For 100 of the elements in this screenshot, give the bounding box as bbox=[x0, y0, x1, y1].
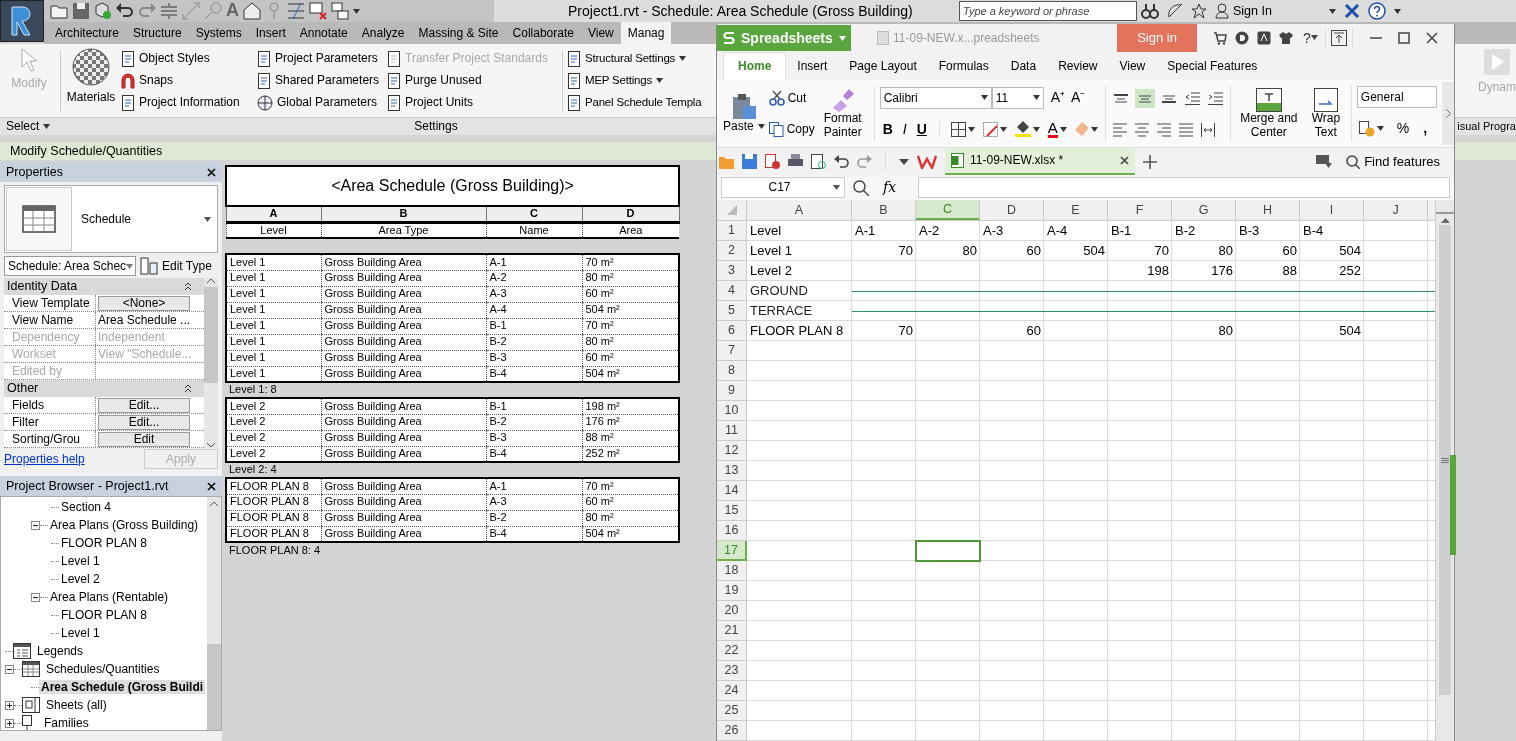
row-header[interactable]: 21 bbox=[717, 621, 747, 641]
tree-item[interactable]: Level 1 bbox=[59, 625, 102, 641]
tree-item[interactable]: Area Schedule (Gross Buildi bbox=[39, 679, 206, 695]
share-icon[interactable] bbox=[1330, 30, 1347, 46]
zoom-icon[interactable] bbox=[853, 179, 869, 196]
selected-cell[interactable] bbox=[915, 540, 981, 562]
expand-icon[interactable] bbox=[5, 718, 14, 728]
layout-icon[interactable] bbox=[1316, 155, 1333, 168]
ribbon-tab[interactable]: Manag bbox=[620, 22, 672, 44]
tree-item[interactable]: Area Plans (Gross Building) bbox=[48, 517, 201, 533]
merge-center-button[interactable]: Merge and Center bbox=[1235, 85, 1302, 142]
align-button[interactable] bbox=[1198, 120, 1217, 139]
close-button[interactable] bbox=[207, 167, 216, 177]
row-header[interactable]: 16 bbox=[717, 521, 747, 541]
row-header[interactable]: 26 bbox=[717, 721, 747, 741]
tree-item[interactable]: Legends bbox=[35, 643, 86, 659]
settings-tool-button[interactable]: Structural Settings bbox=[565, 47, 715, 70]
badge-icon[interactable] bbox=[1257, 31, 1271, 45]
folder-icon[interactable] bbox=[50, 2, 68, 20]
settings-tool-button[interactable]: MEP Settings bbox=[565, 69, 715, 92]
ribbon-tab[interactable]: Insert bbox=[248, 22, 293, 44]
close-window-icon[interactable] bbox=[309, 2, 327, 20]
tree-item[interactable]: Section 4 bbox=[59, 499, 114, 515]
row-header[interactable]: 5 bbox=[717, 301, 747, 321]
dropdown-icon[interactable] bbox=[899, 158, 909, 165]
edit-button[interactable]: Edit... bbox=[98, 397, 190, 413]
tree-item[interactable]: FLOOR PLAN 8 bbox=[59, 607, 150, 623]
scrollbar-thumb[interactable] bbox=[204, 287, 218, 383]
redo-icon[interactable] bbox=[857, 154, 872, 169]
ribbon-tab[interactable]: Collaborate bbox=[505, 22, 581, 44]
indent-button[interactable] bbox=[1182, 89, 1202, 107]
tree-item[interactable]: Level 1 bbox=[59, 553, 102, 569]
bold-button[interactable]: B bbox=[879, 117, 896, 142]
settings-tool-button[interactable]: Project Information bbox=[119, 91, 255, 114]
tree-item[interactable]: Area Plans (Rentable) bbox=[48, 589, 171, 605]
collapse-icon[interactable] bbox=[31, 520, 40, 530]
ribbon-tab[interactable]: Architecture bbox=[48, 22, 127, 44]
scroll-up-icon[interactable] bbox=[1440, 218, 1450, 223]
row-header[interactable]: 18 bbox=[717, 561, 747, 581]
edit-button[interactable]: Edit bbox=[98, 431, 190, 447]
ribbon-tab[interactable]: Massing & Site bbox=[411, 22, 506, 44]
column-header[interactable]: C bbox=[916, 200, 980, 220]
row-header[interactable]: 19 bbox=[717, 581, 747, 601]
binoculars-icon[interactable] bbox=[1141, 3, 1159, 19]
underline-button[interactable]: U bbox=[913, 117, 930, 142]
row-header[interactable]: 10 bbox=[717, 401, 747, 421]
copy-button[interactable]: Copy bbox=[766, 117, 817, 142]
row-header[interactable]: 8 bbox=[717, 361, 747, 381]
instance-dropdown[interactable]: Schedule: Area Schec bbox=[4, 256, 136, 276]
help-icon[interactable] bbox=[1368, 2, 1386, 20]
comma-button[interactable]: , bbox=[1420, 116, 1431, 141]
settings-tool-button[interactable]: Shared Parameters bbox=[255, 69, 385, 92]
settings-tool-button[interactable]: Panel Schedule Templa bbox=[565, 91, 715, 114]
maximize-icon[interactable] bbox=[1398, 32, 1410, 44]
row-header[interactable]: 25 bbox=[717, 701, 747, 721]
settings-tool-button[interactable]: Global Parameters bbox=[255, 91, 385, 114]
edit-button[interactable]: <None> bbox=[98, 295, 190, 311]
find-features-button[interactable]: Find features bbox=[1340, 152, 1446, 171]
row-header[interactable]: 23 bbox=[717, 661, 747, 681]
function-button[interactable]: fx bbox=[883, 179, 897, 196]
close-icon[interactable] bbox=[1120, 156, 1129, 165]
row-header[interactable]: 14 bbox=[717, 481, 747, 501]
indent-button[interactable] bbox=[1205, 89, 1225, 107]
ribbon-tab[interactable]: Insert bbox=[786, 53, 839, 79]
tree-item[interactable]: Families bbox=[42, 715, 91, 730]
satellite-icon[interactable] bbox=[1167, 3, 1183, 19]
borders-button[interactable] bbox=[948, 121, 977, 137]
ribbon-tab[interactable]: Page Layout bbox=[838, 53, 928, 79]
settings-tool-button[interactable]: Snaps bbox=[119, 69, 255, 92]
row-header[interactable]: 7 bbox=[717, 341, 747, 361]
collapse-icon[interactable] bbox=[5, 664, 14, 674]
row-header[interactable]: 4 bbox=[717, 281, 747, 301]
switch-window-icon[interactable] bbox=[331, 2, 349, 20]
materials-button[interactable]: Materials bbox=[63, 44, 119, 117]
star-icon[interactable] bbox=[1191, 3, 1207, 19]
house-icon[interactable] bbox=[243, 2, 261, 20]
name-box[interactable]: C17 bbox=[721, 177, 845, 198]
ribbon-tab[interactable]: Structure bbox=[126, 22, 189, 44]
number-format-dropdown[interactable]: General bbox=[1356, 86, 1437, 109]
settings-tool-button[interactable]: Project Parameters bbox=[255, 47, 385, 70]
ribbon-tab[interactable]: Systems bbox=[188, 22, 249, 44]
settings-tool-button[interactable]: Object Styles bbox=[119, 47, 255, 70]
settings-tool-button[interactable]: Purge Unused bbox=[385, 69, 560, 92]
italic-button[interactable]: I bbox=[899, 117, 910, 142]
expand-icon[interactable] bbox=[5, 700, 14, 710]
help-button[interactable]: ? bbox=[1301, 29, 1320, 47]
row-header[interactable]: 6 bbox=[717, 321, 747, 341]
plus-icon[interactable] bbox=[1143, 154, 1157, 169]
clear-button[interactable] bbox=[1072, 122, 1100, 137]
scroll-up-icon[interactable] bbox=[207, 278, 215, 283]
formula-field[interactable] bbox=[918, 177, 1450, 198]
sign-in-button[interactable]: Sign In bbox=[1215, 3, 1321, 19]
cell-style-button[interactable] bbox=[980, 121, 1009, 137]
tree-item[interactable]: Level 2 bbox=[59, 571, 102, 587]
tree-item[interactable]: FLOOR PLAN 8 bbox=[59, 535, 150, 551]
cut-button[interactable]: Cut bbox=[766, 85, 817, 110]
row-header[interactable]: 20 bbox=[717, 601, 747, 621]
w-logo-icon[interactable] bbox=[917, 154, 937, 169]
preview-icon[interactable] bbox=[811, 154, 826, 169]
tree-item[interactable]: Schedules/Quantities bbox=[44, 661, 162, 677]
